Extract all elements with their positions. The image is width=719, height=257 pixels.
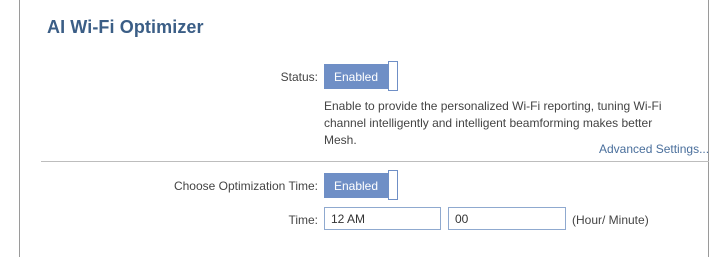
advanced-settings-link[interactable]: Advanced Settings... bbox=[599, 142, 709, 156]
optimization-time-toggle[interactable]: Enabled bbox=[324, 170, 398, 200]
minute-value: 00 bbox=[455, 211, 469, 226]
hour-select[interactable]: 12 AM bbox=[324, 207, 441, 230]
optimization-time-label: Choose Optimization Time: bbox=[173, 179, 318, 193]
optimization-toggle-text: Enabled bbox=[324, 173, 388, 198]
page-title: AI Wi-Fi Optimizer bbox=[47, 17, 204, 37]
minute-input[interactable]: 00 bbox=[448, 207, 566, 230]
status-toggle-text: Enabled bbox=[324, 64, 388, 89]
status-toggle[interactable]: Enabled bbox=[324, 61, 398, 91]
optimization-toggle-knob[interactable] bbox=[388, 170, 398, 200]
section-divider bbox=[41, 161, 709, 162]
status-label: Status: bbox=[280, 70, 318, 84]
time-label: Time: bbox=[288, 213, 318, 227]
hour-value: 12 AM bbox=[331, 211, 366, 226]
time-unit-label: (Hour/ Minute) bbox=[572, 213, 649, 227]
status-toggle-knob[interactable] bbox=[388, 61, 398, 91]
